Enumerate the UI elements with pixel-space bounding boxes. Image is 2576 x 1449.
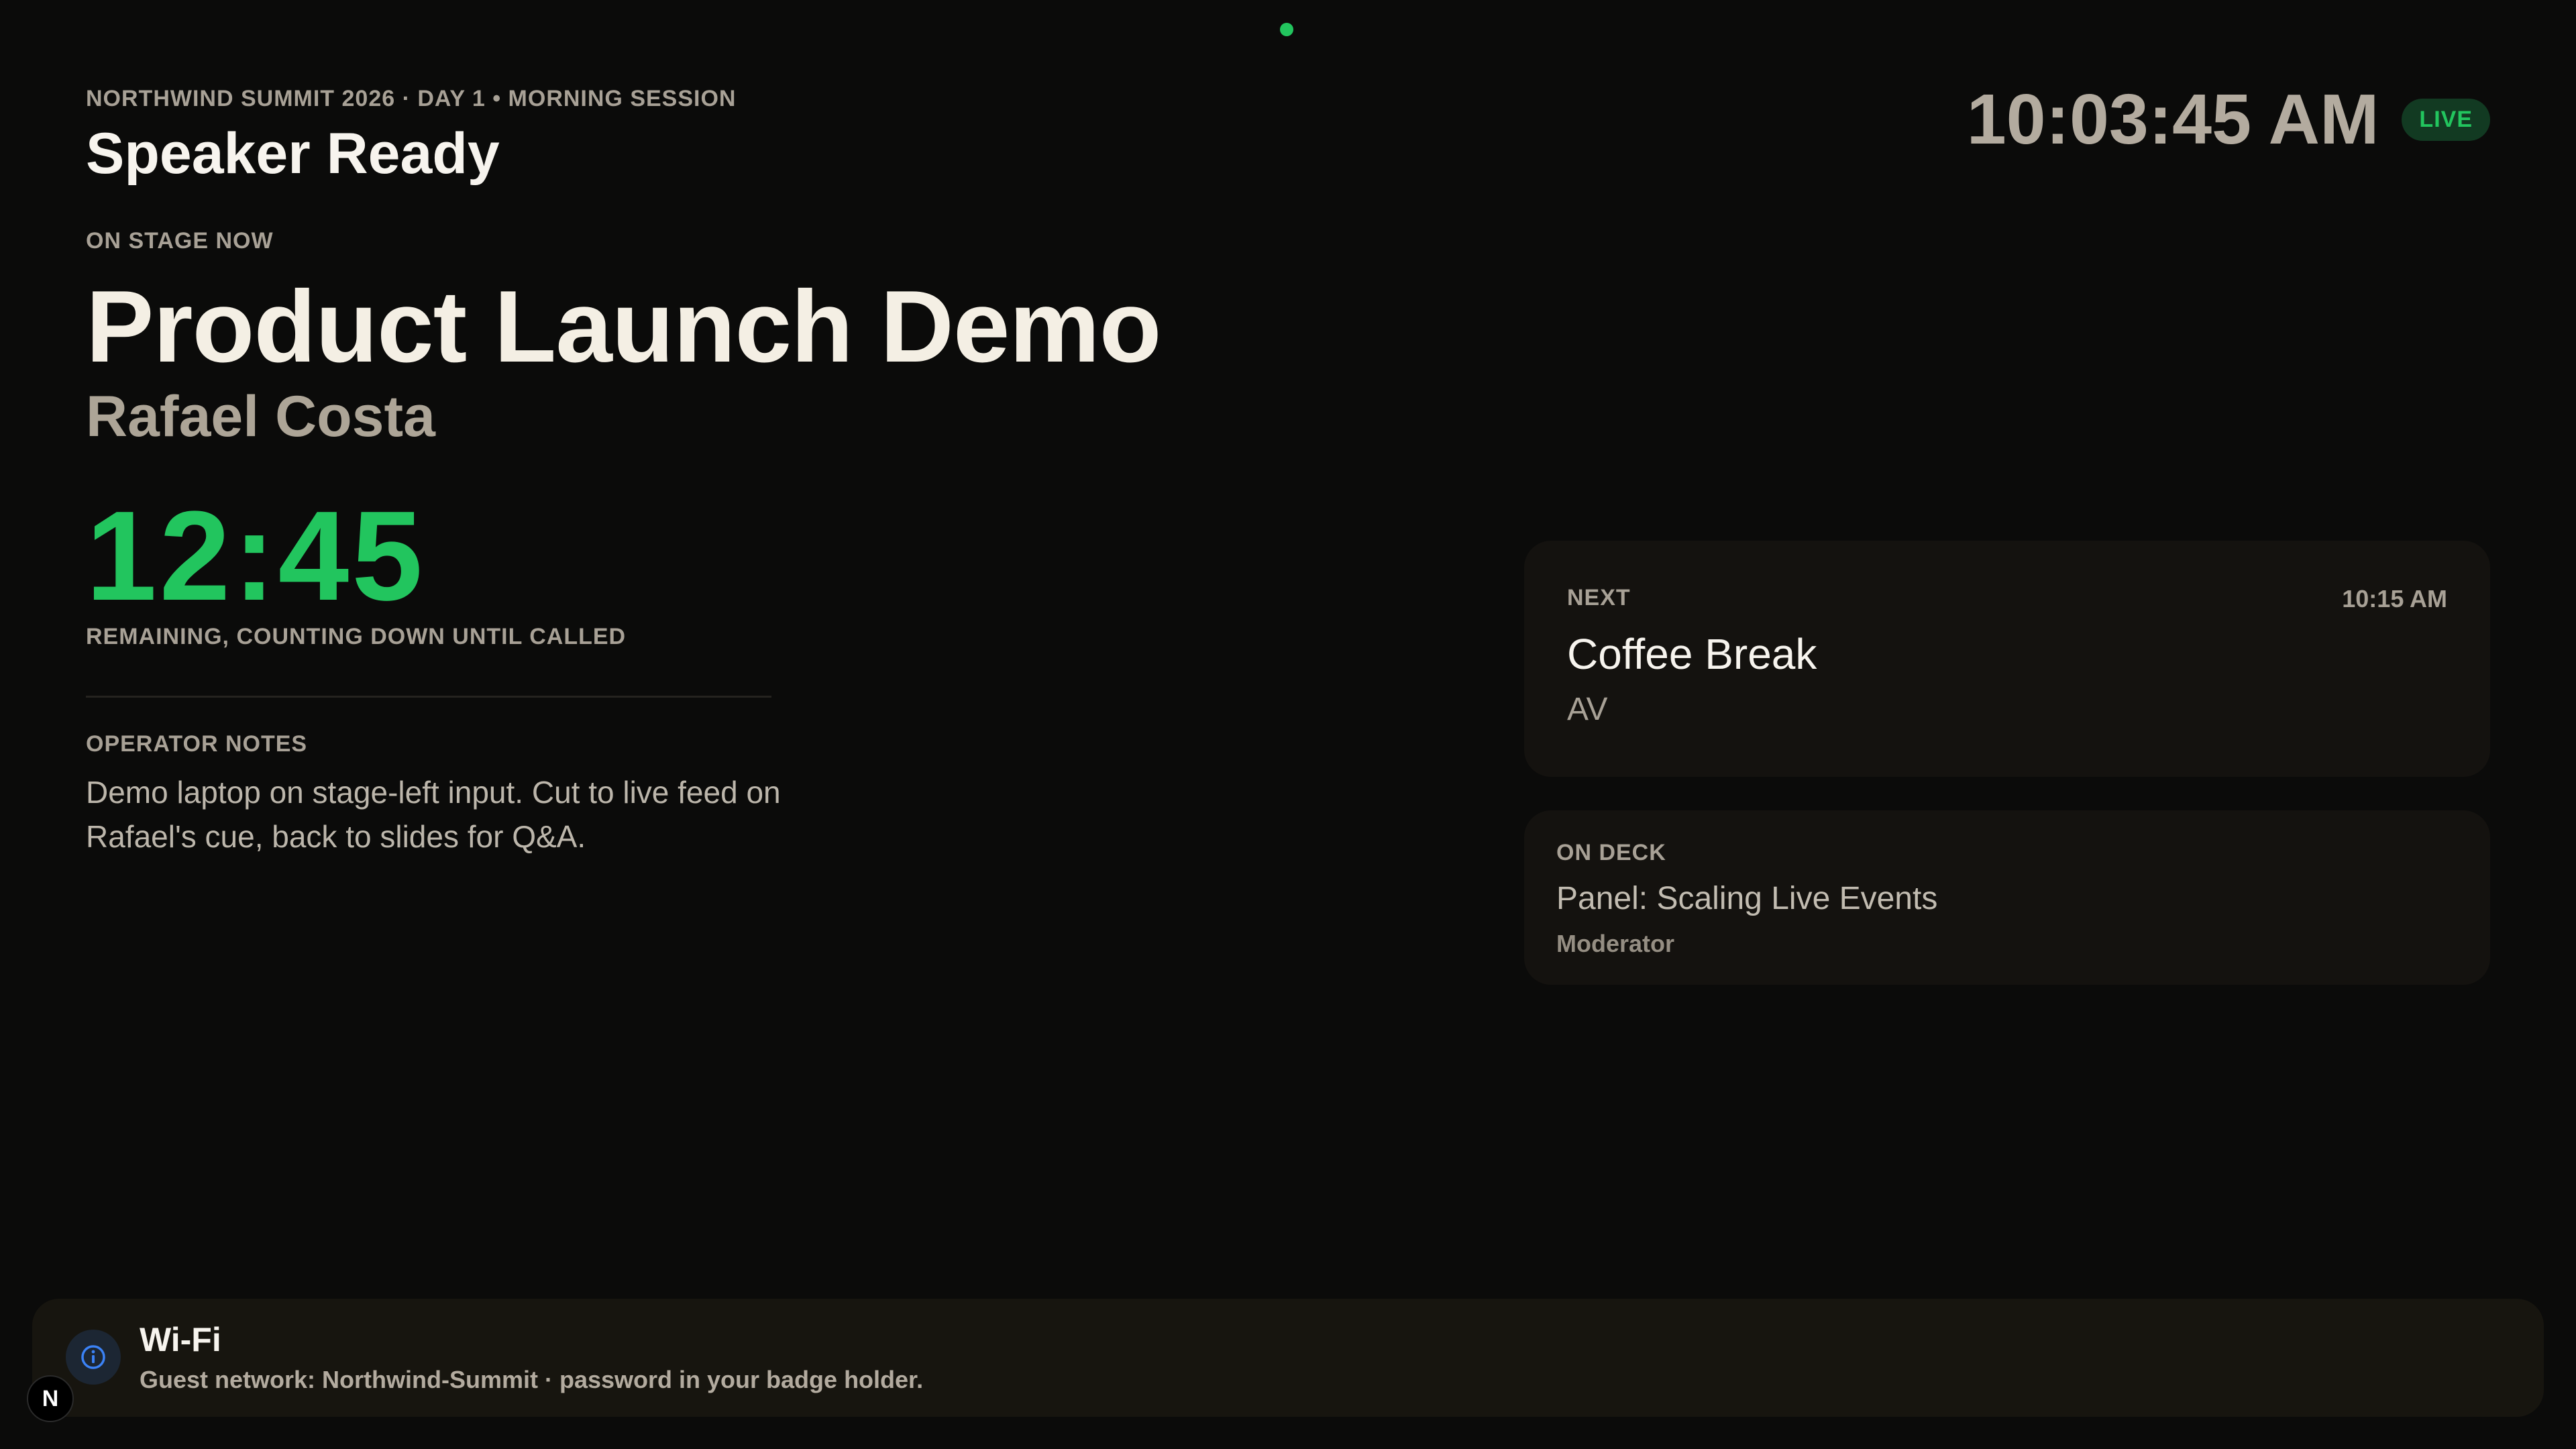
next-session-subtitle: AV	[1567, 692, 1608, 727]
notification-title: Wi-Fi	[140, 1321, 221, 1358]
next-time: 10:15 AM	[2342, 585, 2447, 612]
notification-body: Guest network: Northwind-Summit · passwo…	[140, 1366, 924, 1393]
status-dot-icon	[1280, 23, 1293, 36]
info-icon	[66, 1330, 121, 1385]
on-deck-title: Panel: Scaling Live Events	[1556, 881, 1938, 916]
divider	[86, 696, 771, 698]
on-deck-label: ON DECK	[1556, 840, 1666, 865]
clock-area: 10:03:45 AM LIVE	[1967, 79, 2490, 160]
next-session-title: Coffee Break	[1567, 630, 1817, 678]
current-session-title: Product Launch Demo	[86, 270, 1161, 384]
current-time: 10:03:45 AM	[1966, 80, 2379, 159]
next-session-card: NEXT 10:15 AM Coffee Break AV	[1524, 541, 2490, 777]
event-subtitle: NORTHWIND SUMMIT 2026 · DAY 1 • MORNING …	[86, 86, 737, 111]
countdown-caption: REMAINING, COUNTING DOWN UNTIL CALLED	[86, 624, 627, 649]
page-title: Speaker Ready	[86, 121, 500, 186]
next-label: NEXT	[1567, 585, 1631, 610]
operator-notes-label: OPERATOR NOTES	[86, 731, 308, 757]
current-speaker-name: Rafael Costa	[86, 384, 435, 449]
n-logo-icon[interactable]: N	[27, 1375, 74, 1422]
countdown-timer: 12:45	[86, 485, 425, 627]
wifi-notification[interactable]: Wi-Fi Guest network: Northwind-Summit · …	[32, 1299, 2544, 1417]
operator-notes-text: Demo laptop on stage-left input. Cut to …	[86, 775, 781, 854]
speaker-ready-screen: NORTHWIND SUMMIT 2026 · DAY 1 • MORNING …	[0, 0, 2576, 1449]
on-stage-label: ON STAGE NOW	[86, 228, 274, 254]
live-badge: LIVE	[2402, 99, 2490, 141]
on-deck-subtitle: Moderator	[1556, 930, 1675, 957]
on-deck-card: ON DECK Panel: Scaling Live Events Moder…	[1524, 810, 2490, 985]
